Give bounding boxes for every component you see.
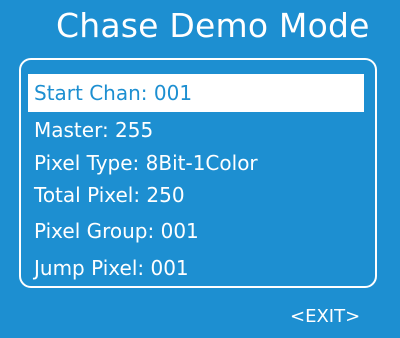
menu-item-total-pixel[interactable]: Total Pixel: 250 bbox=[28, 176, 185, 214]
menu-item-start-chan[interactable]: Start Chan: 001 bbox=[28, 74, 364, 112]
menu-item-pixel-group[interactable]: Pixel Group: 001 bbox=[28, 212, 199, 250]
exit-button[interactable]: <EXIT> bbox=[290, 306, 360, 328]
menu-item-jump-pixel[interactable]: Jump Pixel: 001 bbox=[28, 249, 189, 287]
screen-title: Chase Demo Mode bbox=[56, 6, 370, 45]
menu-screen: Chase Demo Mode Start Chan: 001 Master: … bbox=[0, 0, 400, 338]
